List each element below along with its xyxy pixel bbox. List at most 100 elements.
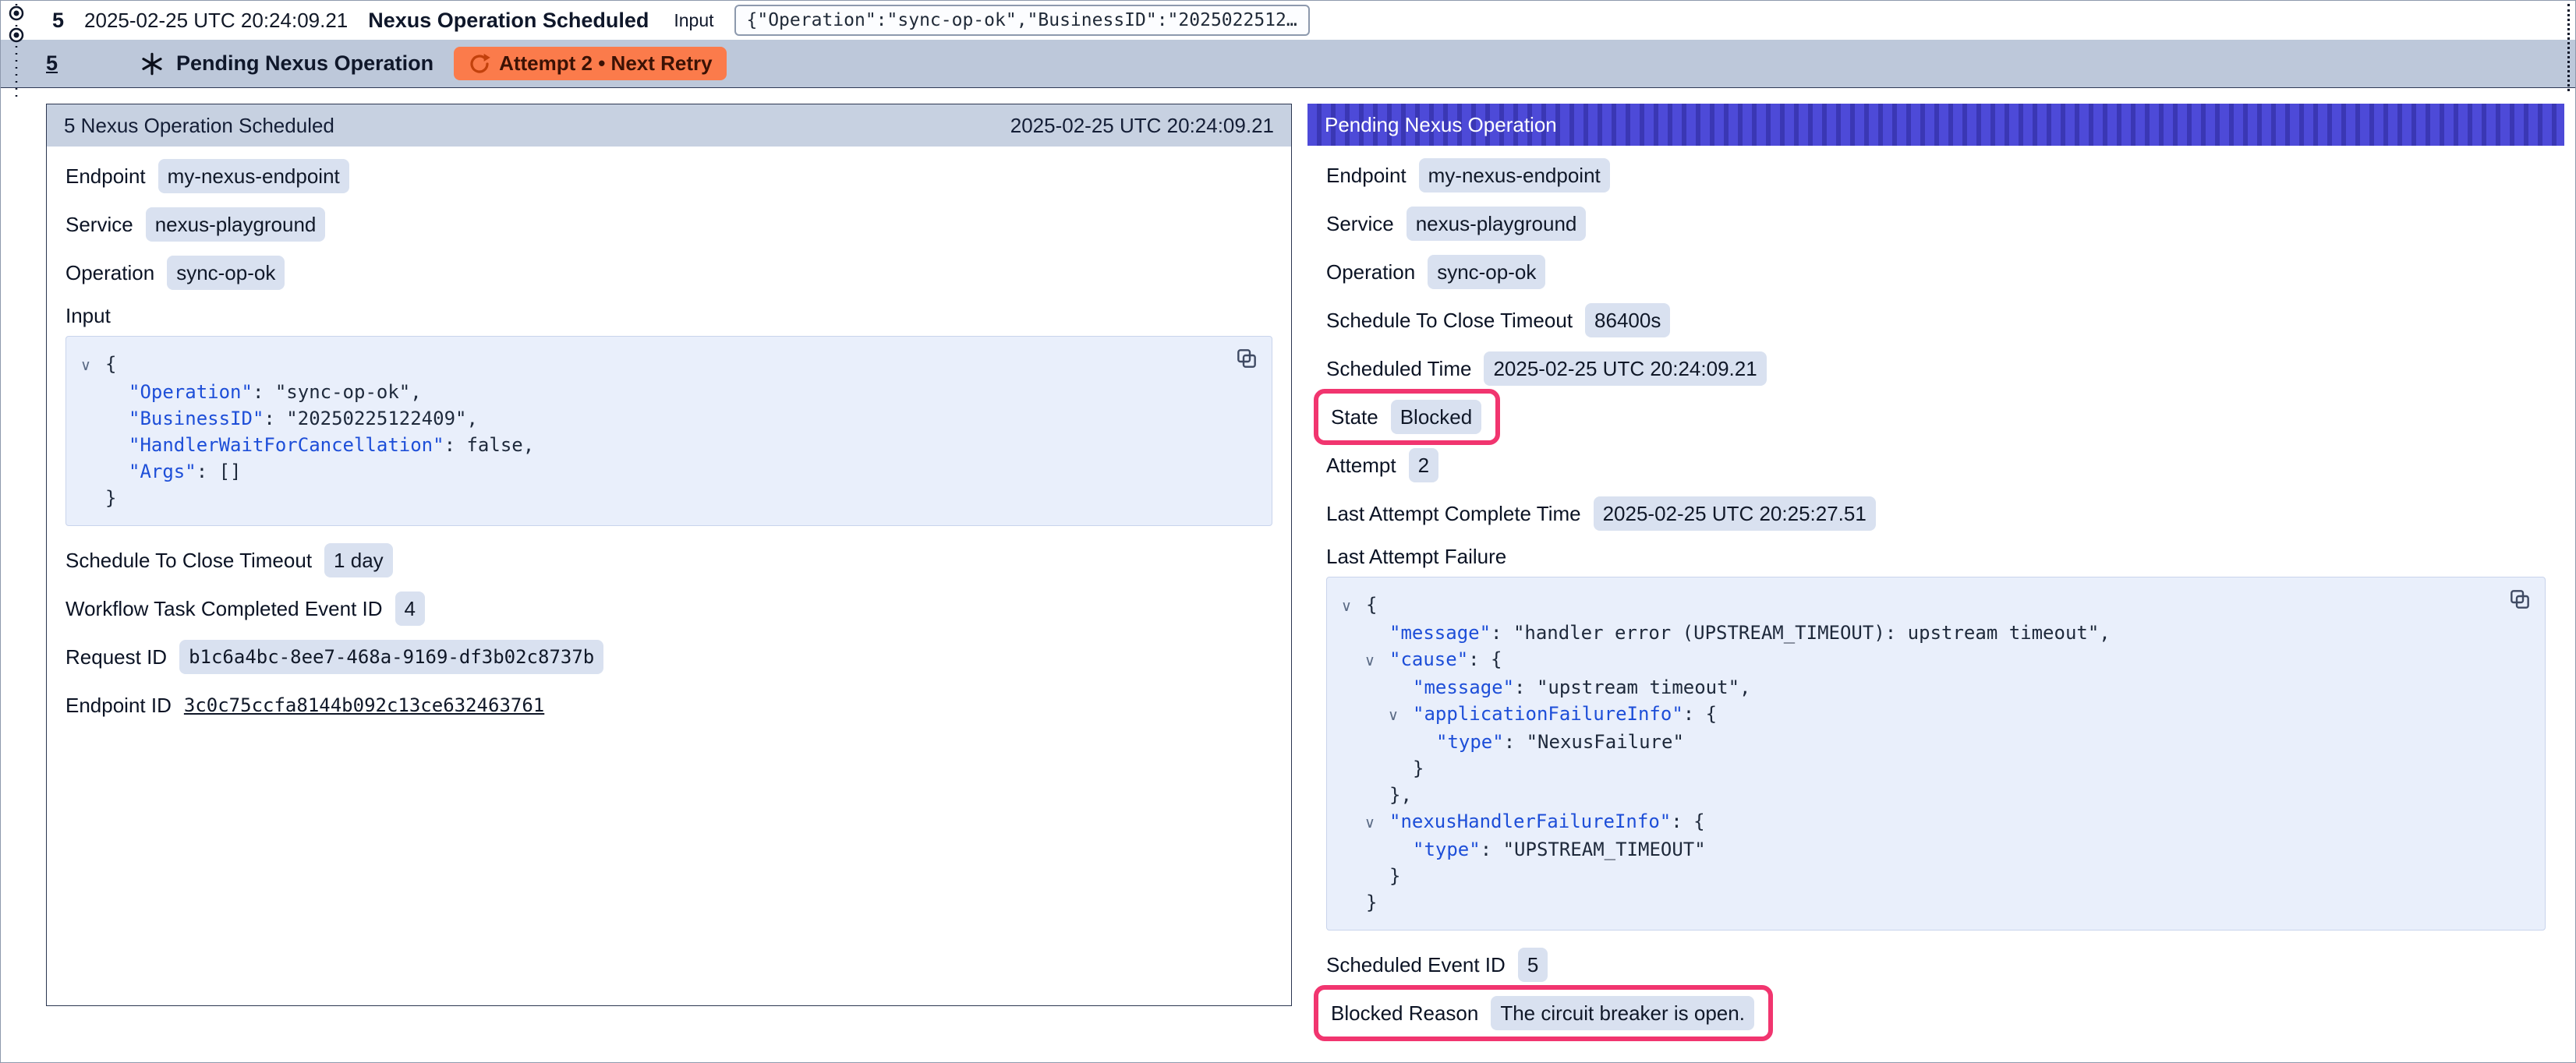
field-value-badge: 1 day bbox=[324, 543, 393, 577]
annotation-highlight: Blocked ReasonThe circuit breaker is ope… bbox=[1314, 985, 1773, 1041]
field-label: Service bbox=[65, 213, 133, 237]
code-line: } bbox=[1341, 889, 2490, 916]
event-id-link[interactable]: 5 bbox=[46, 51, 58, 76]
field-value-badge: b1c6a4bc-8ee7-468a-9169-df3b02c8737b bbox=[179, 640, 603, 674]
code-line: ∨{ bbox=[80, 351, 1217, 379]
field-label: Request ID bbox=[65, 645, 167, 669]
failure-codeblock: ∨{"message": "handler error (UPSTREAM_TI… bbox=[1326, 577, 2546, 931]
field-value-badge: The circuit breaker is open. bbox=[1491, 996, 1754, 1030]
pending-panel-header: Pending Nexus Operation bbox=[1307, 104, 2564, 146]
input-codeblock: ∨{"Operation": "sync-op-ok","BusinessID"… bbox=[65, 336, 1272, 526]
field-label: Attempt bbox=[1326, 454, 1396, 478]
field-list: Scheduled Event ID 5 Blocked ReasonThe cir… bbox=[1326, 948, 2546, 1030]
event-title: Nexus Operation Scheduled bbox=[368, 9, 649, 33]
field-row: Workflow Task Completed Event ID4 bbox=[65, 592, 1272, 626]
field-label: Schedule To Close Timeout bbox=[65, 549, 312, 573]
event-id[interactable]: 5 bbox=[52, 9, 64, 33]
code-line-text: { bbox=[1366, 594, 1377, 616]
field-label: Endpoint ID bbox=[65, 694, 172, 718]
field-list: Schedule To Close Timeout 1 day Workflow T… bbox=[65, 543, 1272, 722]
field-row: Operation sync-op-ok bbox=[65, 256, 1272, 290]
retry-attempt-badge: Attempt 2 • Next Retry bbox=[454, 47, 727, 80]
field-row: Attempt 2 bbox=[1326, 448, 2546, 482]
field-value-badge: sync-op-ok bbox=[167, 256, 285, 290]
field-label: Endpoint bbox=[65, 164, 146, 189]
collapse-chevron-icon[interactable]: ∨ bbox=[1341, 593, 1366, 620]
field-value-badge: my-nexus-endpoint bbox=[1419, 158, 1610, 192]
field-value-badge: 5 bbox=[1518, 948, 1548, 982]
code-line-text: } bbox=[1389, 865, 1400, 887]
code-line-text: "applicationFailureInfo": { bbox=[1413, 703, 1717, 725]
timeline-dotted-line-right bbox=[2567, 4, 2570, 91]
field-label: State bbox=[1331, 405, 1378, 429]
timeline-node-icons bbox=[4, 2, 38, 99]
scheduled-event-detail-panel: 5 Nexus Operation Scheduled 2025-02-25 U… bbox=[46, 104, 1292, 1006]
code-line-text: "type": "NexusFailure" bbox=[1436, 731, 1684, 753]
code-line: }, bbox=[1341, 782, 2490, 808]
code-line-text: "cause": { bbox=[1389, 648, 1502, 670]
field-value-badge: Blocked bbox=[1391, 400, 1482, 434]
field-row: Endpoint ID 3c0c75ccfa8144b092c13ce632463… bbox=[65, 688, 1272, 722]
pending-operation-title: Pending Nexus Operation bbox=[176, 51, 433, 76]
collapse-chevron-icon[interactable]: ∨ bbox=[1364, 648, 1389, 674]
field-label: Endpoint bbox=[1326, 164, 1407, 188]
failure-section-label: Last Attempt Failure bbox=[1326, 545, 2546, 569]
code-line: ∨"cause": { bbox=[1341, 646, 2490, 674]
nexus-asterisk-icon bbox=[139, 51, 165, 77]
code-line: ∨{ bbox=[1341, 592, 2490, 620]
input-label: Input bbox=[674, 10, 713, 31]
pending-nexus-operation-row[interactable]: 5 Pending Nexus Operation Attempt 2 • Ne… bbox=[1, 40, 2575, 88]
input-payload-preview[interactable]: {"Operation":"sync-op-ok","BusinessID":"… bbox=[734, 5, 1310, 36]
field-value-badge: my-nexus-endpoint bbox=[158, 159, 349, 193]
field-value-badge: nexus-playground bbox=[1407, 207, 1587, 241]
code-line-text: } bbox=[1413, 758, 1424, 779]
field-label: Service bbox=[1326, 212, 1394, 236]
field-value-badge: 2 bbox=[1409, 448, 1438, 482]
field-row: Blocked ReasonThe circuit breaker is ope… bbox=[1326, 996, 2546, 1030]
code-line: "type": "NexusFailure" bbox=[1341, 729, 2490, 755]
json-viewer: ∨{"message": "handler error (UPSTREAM_TI… bbox=[1341, 592, 2490, 916]
code-line: ∨"applicationFailureInfo": { bbox=[1341, 701, 2490, 729]
code-line: "type": "UPSTREAM_TIMEOUT" bbox=[1341, 836, 2490, 863]
refresh-icon bbox=[468, 52, 491, 76]
copy-button[interactable] bbox=[2507, 587, 2532, 612]
code-line: } bbox=[80, 485, 1217, 511]
collapse-chevron-icon[interactable]: ∨ bbox=[1364, 810, 1389, 836]
field-label: Scheduled Event ID bbox=[1326, 953, 1506, 977]
workflow-event-history-view: 5 2025-02-25 UTC 20:24:09.21 Nexus Opera… bbox=[0, 0, 2576, 1063]
field-label: Last Attempt Complete Time bbox=[1326, 502, 1581, 526]
copy-button[interactable] bbox=[1234, 346, 1259, 371]
code-line: } bbox=[1341, 755, 2490, 782]
field-value-badge: 2025-02-25 UTC 20:25:27.51 bbox=[1594, 496, 1876, 531]
code-line: "Operation": "sync-op-ok", bbox=[80, 379, 1217, 405]
code-line-text: "Operation": "sync-op-ok", bbox=[129, 381, 422, 403]
code-line: "BusinessID": "20250225122409", bbox=[80, 405, 1217, 432]
pending-panel-title: Pending Nexus Operation bbox=[1325, 113, 1557, 137]
field-row: Servicenexus-playground bbox=[65, 207, 1272, 242]
field-row: Schedule To Close Timeout86400s bbox=[1326, 303, 2546, 337]
field-label: Operation bbox=[1326, 260, 1415, 284]
field-row: Operationsync-op-ok bbox=[1326, 255, 2546, 289]
field-label: Workflow Task Completed Event ID bbox=[65, 597, 383, 621]
code-line-text: } bbox=[105, 487, 116, 509]
field-row: Endpoint my-nexus-endpoint bbox=[1326, 158, 2546, 192]
field-value-link[interactable]: 3c0c75ccfa8144b092c13ce632463761 bbox=[184, 693, 544, 718]
field-value-badge: 2025-02-25 UTC 20:24:09.21 bbox=[1484, 351, 1766, 386]
field-row: Service nexus-playground bbox=[1326, 207, 2546, 241]
field-row: Schedule To Close Timeout 1 day bbox=[65, 543, 1272, 577]
field-row: Scheduled Time2025-02-25 UTC 20:24:09.21 bbox=[1326, 351, 2546, 386]
field-row: Scheduled Event ID 5 bbox=[1326, 948, 2546, 982]
pending-operation-detail-panel: Pending Nexus Operation Endpoint my-nexus… bbox=[1307, 104, 2564, 1060]
field-row: State Blocked bbox=[1326, 400, 2546, 434]
collapse-chevron-icon[interactable]: ∨ bbox=[80, 352, 105, 379]
event-row-nexus-operation-scheduled[interactable]: 5 2025-02-25 UTC 20:24:09.21 Nexus Opera… bbox=[1, 1, 2575, 40]
retry-badge-label: Attempt 2 • Next Retry bbox=[499, 51, 713, 76]
collapse-chevron-icon[interactable]: ∨ bbox=[1388, 702, 1413, 729]
field-label: Operation bbox=[65, 261, 154, 285]
copy-icon bbox=[1234, 362, 1259, 373]
code-line-text: { bbox=[105, 353, 116, 375]
code-line-text: }, bbox=[1389, 784, 1412, 806]
event-timestamp: 2025-02-25 UTC 20:24:09.21 bbox=[84, 9, 348, 33]
code-line: ∨"nexusHandlerFailureInfo": { bbox=[1341, 808, 2490, 836]
field-label: Schedule To Close Timeout bbox=[1326, 309, 1573, 333]
